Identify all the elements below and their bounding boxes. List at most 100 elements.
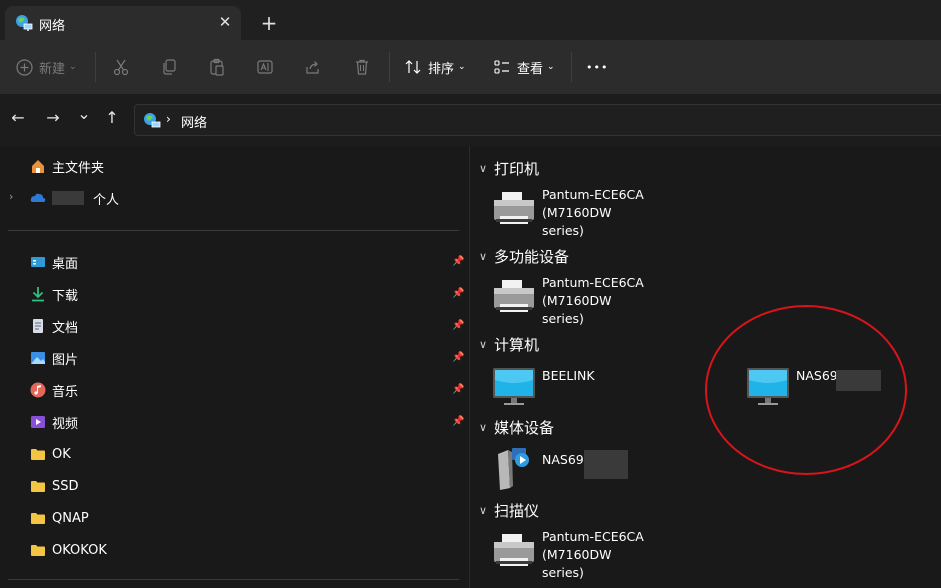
device-label: BEELINK (542, 368, 595, 383)
pin-icon: 📌 (452, 256, 465, 267)
sidebar-item-personal[interactable]: 个人 (30, 188, 119, 208)
printer-icon (494, 280, 534, 312)
expand-chevron-icon[interactable]: › (9, 190, 13, 203)
view-label: 查看 (517, 61, 544, 77)
device-label: NAS69( (542, 452, 589, 467)
sidebar-item-documents[interactable]: 文档 (30, 316, 78, 336)
folder-icon (31, 449, 45, 460)
group-title: 扫描仪 (494, 501, 540, 520)
sidebar-item-downloads[interactable]: 下载 (30, 284, 78, 304)
paste-icon (210, 58, 224, 76)
toolbar-divider (389, 52, 390, 82)
sidebar-item-label: QNAP (52, 510, 89, 526)
new-tab-button[interactable]: + (258, 12, 280, 34)
device-multifunction[interactable]: Pantum-ECE6CA (M7160DW series) (492, 274, 717, 326)
redacted-account-name (52, 191, 84, 205)
sidebar-item-label: 个人 (93, 192, 120, 208)
forward-arrow-icon[interactable]: → (41, 106, 65, 130)
sidebar-item-label: 下载 (52, 288, 79, 304)
delete-icon (356, 59, 368, 75)
folder-icon (31, 545, 45, 556)
sidebar-item-pictures[interactable]: 图片 (30, 348, 78, 368)
sidebar-item-desktop[interactable]: 桌面 (30, 252, 78, 272)
device-printer[interactable]: Pantum-ECE6CA (M7160DW series) (492, 186, 717, 238)
pin-icon: 📌 (452, 416, 465, 427)
device-label: Pantum-ECE6CA (M7160DW series) (542, 187, 644, 238)
copy-button[interactable] (160, 52, 178, 82)
share-button[interactable] (304, 52, 322, 82)
sidebar-item-label: OK (52, 446, 71, 462)
device-scanner[interactable]: Pantum-ECE6CA (M7160DW series) (492, 528, 717, 580)
sidebar-item-qnap[interactable]: QNAP (30, 508, 89, 528)
group-header-scanners[interactable]: ∨ 扫描仪 (476, 499, 539, 521)
paste-button[interactable] (208, 52, 226, 82)
toolbar-divider (571, 52, 572, 82)
group-header-printers[interactable]: ∨ 打印机 (476, 157, 539, 179)
breadcrumb[interactable]: 网络 (181, 112, 207, 131)
group-header-media[interactable]: ∨ 媒体设备 (476, 416, 554, 438)
sidebar-item-videos[interactable]: 视频 (30, 412, 78, 432)
group-title: 计算机 (494, 335, 540, 354)
view-button[interactable]: 查看 ⌄ (493, 52, 555, 82)
group-title: 媒体设备 (494, 418, 555, 437)
share-icon (306, 61, 319, 74)
navigation-pane: 主文件夹 › 个人 桌面 📌 下载 📌 文档 📌 图片 📌 音乐 📌 视频 📌 … (0, 146, 469, 588)
tab-network[interactable]: 网络 ✕ (5, 6, 241, 40)
toolbar-divider (95, 52, 96, 82)
sidebar-item-ssd[interactable]: SSD (30, 476, 79, 496)
copy-icon (163, 59, 176, 75)
new-label: 新建 (39, 61, 66, 77)
sidebar-divider (8, 230, 459, 231)
folder-icon (31, 481, 45, 492)
annotation-circle (705, 305, 907, 475)
group-title: 打印机 (494, 159, 540, 178)
address-bar[interactable]: › 网络 (134, 104, 941, 136)
pane-splitter[interactable] (469, 146, 470, 588)
cut-icon (113, 59, 129, 76)
sort-icon (405, 60, 421, 74)
network-icon (16, 15, 33, 31)
sidebar-item-okokok[interactable]: OKOKOK (30, 540, 107, 560)
sidebar-item-music[interactable]: 音乐 (30, 380, 78, 400)
pin-icon: 📌 (452, 384, 465, 395)
close-icon[interactable]: ✕ (215, 12, 235, 32)
view-icon (494, 60, 509, 74)
chevron-down-icon: ⌄ (547, 62, 555, 72)
rename-button[interactable] (256, 52, 274, 82)
back-arrow-icon[interactable]: ← (6, 106, 30, 130)
delete-button[interactable] (353, 52, 371, 82)
device-media-nas[interactable]: NAS69( (492, 446, 632, 490)
chevron-down-icon: ∨ (478, 503, 488, 517)
sidebar-item-label: 主文件夹 (52, 160, 105, 176)
sidebar-item-home[interactable]: 主文件夹 (30, 156, 104, 176)
up-arrow-icon[interactable]: ↑ (100, 106, 124, 130)
breadcrumb-separator[interactable]: › (166, 112, 171, 126)
recent-locations-chevron-icon[interactable]: ⌄ (72, 102, 96, 126)
add-circle-icon (16, 58, 33, 76)
document-icon (33, 319, 43, 333)
group-header-computers[interactable]: ∨ 计算机 (476, 333, 539, 355)
sidebar-item-label: 音乐 (52, 384, 79, 400)
sort-label: 排序 (428, 61, 455, 77)
sidebar-item-label: SSD (52, 478, 79, 494)
chevron-down-icon: ∨ (478, 249, 488, 263)
device-computer-beelink[interactable]: BEELINK (492, 366, 692, 410)
desktop-icon (31, 257, 45, 267)
network-icon (144, 113, 161, 128)
sidebar-item-label: 桌面 (52, 256, 79, 272)
cut-button[interactable] (112, 52, 130, 82)
chevron-down-icon: ∨ (478, 337, 488, 351)
sidebar-item-ok[interactable]: OK (30, 444, 71, 464)
command-bar: 新建 ⌄ 排序 ⌄ 查看 ⌄ ••• (0, 40, 941, 95)
device-label: Pantum-ECE6CA (M7160DW series) (542, 529, 644, 580)
cloud-icon (30, 193, 46, 202)
pin-icon: 📌 (452, 320, 465, 331)
download-icon (32, 287, 44, 302)
sidebar-item-label: 视频 (52, 416, 79, 432)
sort-button[interactable]: 排序 ⌄ (404, 52, 466, 82)
printer-icon (494, 534, 534, 566)
chevron-down-icon: ⌄ (458, 62, 466, 72)
new-button[interactable]: 新建 ⌄ (16, 52, 77, 82)
group-header-multifunction[interactable]: ∨ 多功能设备 (476, 245, 569, 267)
more-options-button[interactable]: ••• (586, 52, 608, 82)
